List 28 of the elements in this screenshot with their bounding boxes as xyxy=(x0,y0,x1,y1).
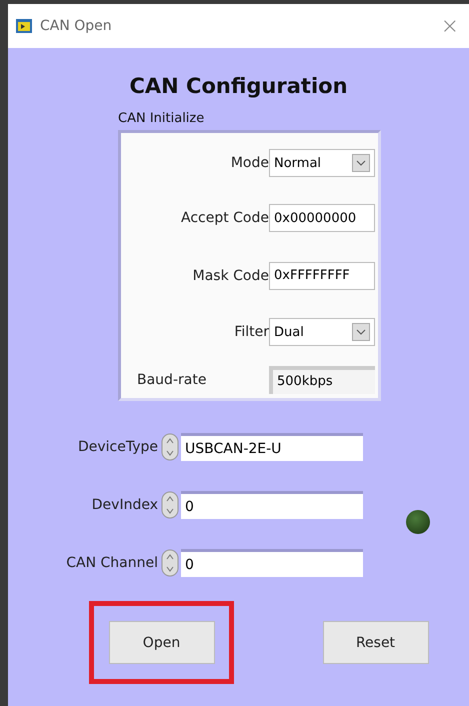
field-label: Baud-rate xyxy=(136,372,208,388)
heading: CAN Configuration xyxy=(129,74,348,98)
readout-field: 500kbps xyxy=(269,366,375,394)
spinner-icon[interactable] xyxy=(161,491,179,519)
action-button[interactable]: Open xyxy=(108,621,214,664)
field-label: DevIndex xyxy=(90,497,158,513)
group-title: CAN Initialize xyxy=(118,111,204,126)
spinner-icon[interactable] xyxy=(161,549,179,577)
numeric-field[interactable]: 0 xyxy=(181,549,363,577)
field-label: Filter xyxy=(233,324,269,340)
chevron-icon xyxy=(356,160,366,166)
field-label: Mode xyxy=(230,155,269,171)
app-icon xyxy=(16,19,32,33)
field-label: Mask Code xyxy=(192,268,269,284)
window-title: CAN Open xyxy=(40,18,113,34)
spinner-icon[interactable] xyxy=(161,433,179,461)
field-label: DeviceType xyxy=(76,439,158,455)
field-label: Accept Code xyxy=(180,210,269,226)
chevron-icon xyxy=(356,329,366,335)
input-field[interactable]: 0xFFFFFFFF xyxy=(269,262,375,290)
input-field[interactable]: 0x00000000 xyxy=(269,204,375,232)
numeric-field[interactable]: 0 xyxy=(181,491,363,519)
close-button[interactable]: × xyxy=(440,14,459,38)
action-button[interactable]: Reset xyxy=(322,621,428,664)
dropdown[interactable]: Normal xyxy=(269,149,375,177)
field-label: CAN Channel xyxy=(65,555,158,571)
dropdown[interactable]: Dual xyxy=(269,318,375,346)
numeric-field[interactable]: USBCAN-2E-U xyxy=(181,433,363,461)
